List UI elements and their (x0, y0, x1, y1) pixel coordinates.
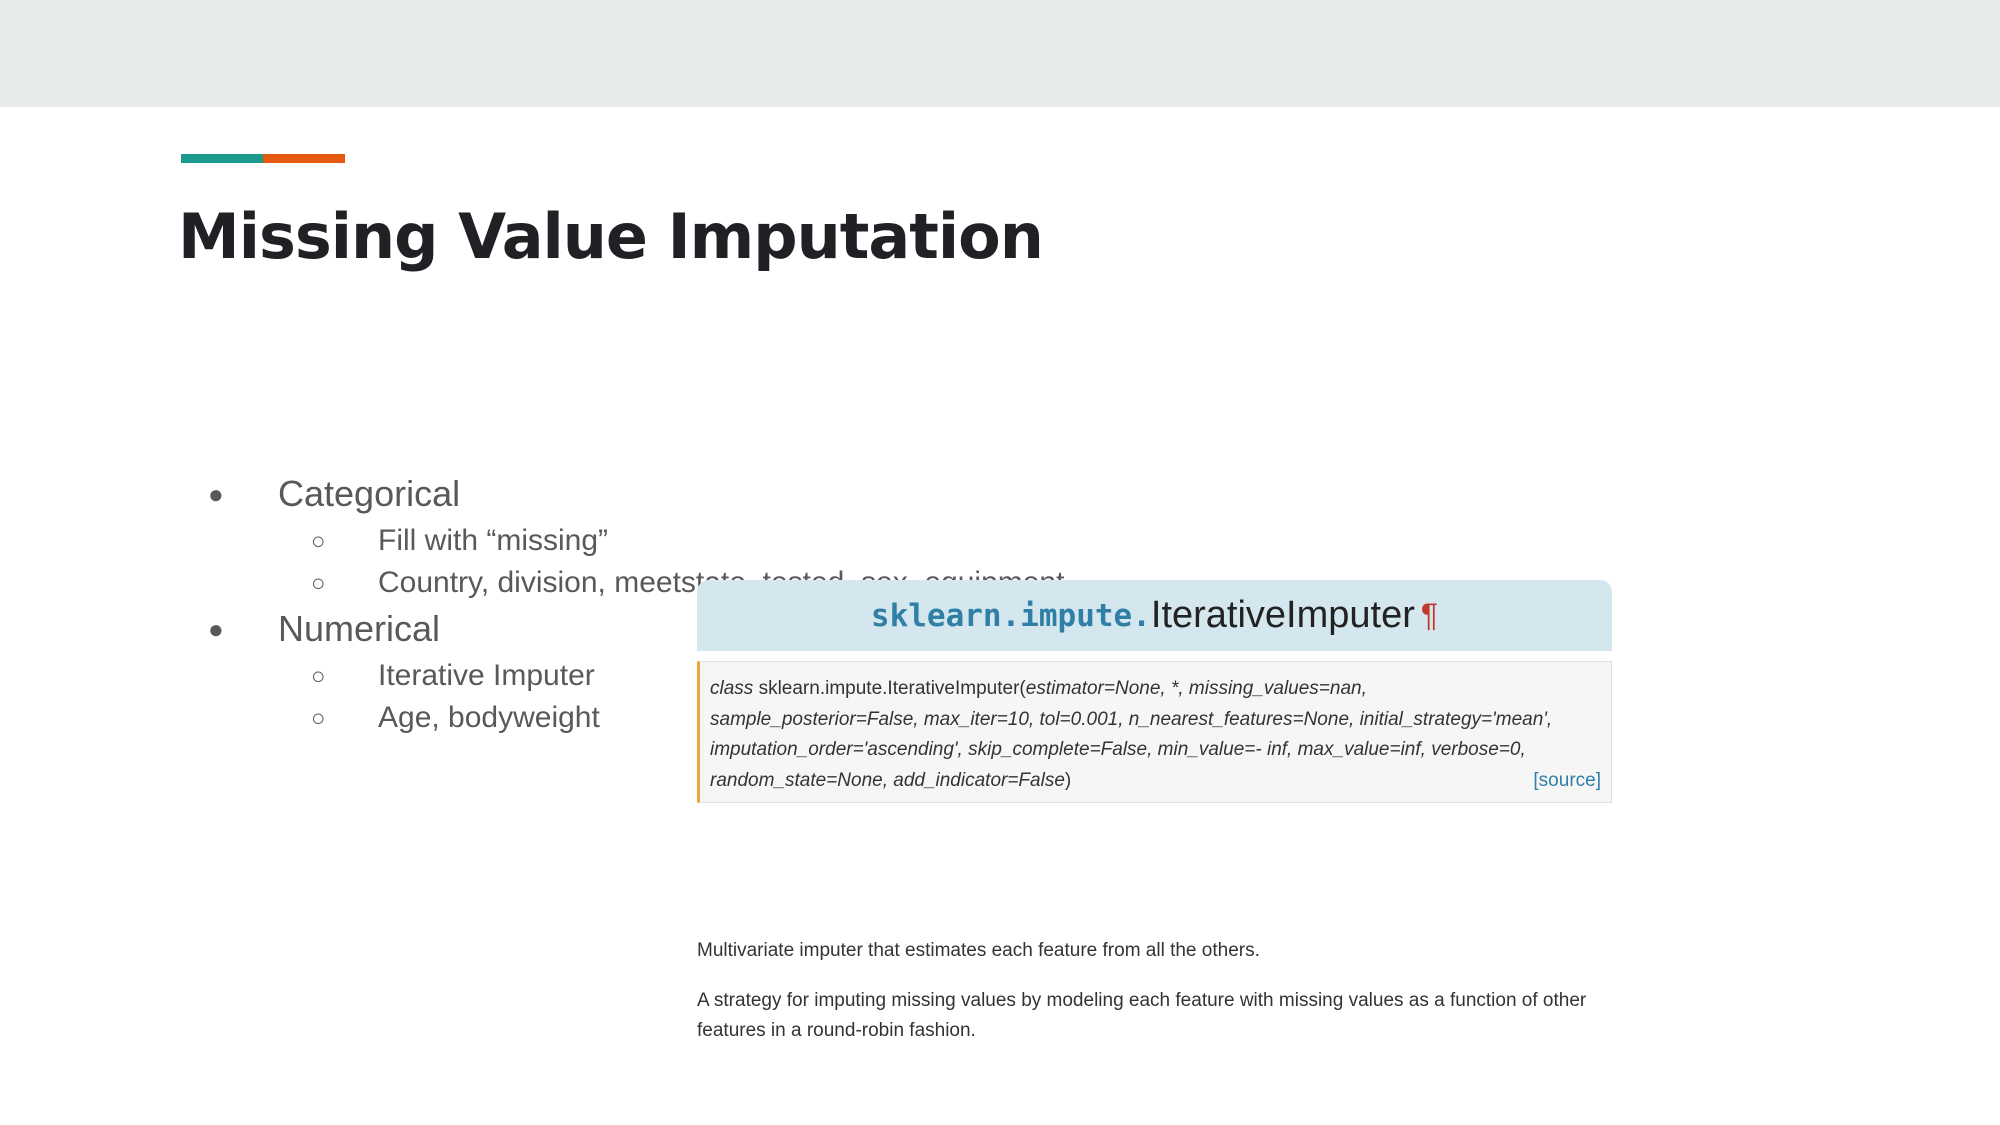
doc-signature: class sklearn.impute.IterativeImputer(es… (697, 661, 1612, 803)
signature-params: random_state=None, add_indicator=False (710, 769, 1065, 791)
signature-params: estimator=None, *, missing_values=nan, (1025, 678, 1367, 699)
top-bar (0, 0, 2000, 107)
signature-line: sample_posterior=False, max_iter=10, tol… (710, 708, 1553, 730)
accent-teal (181, 154, 263, 163)
doc-description: A strategy for imputing missing values b… (697, 990, 1587, 1041)
slide-title: Missing Value Imputation (178, 200, 1044, 273)
sub-bullet-marker: ○ (311, 570, 326, 597)
doc-screenshot: sklearn.impute. IterativeImputer ¶ class… (697, 580, 1612, 803)
signature-line: class sklearn.impute.IterativeImputer(es… (710, 674, 1601, 705)
doc-header: sklearn.impute. IterativeImputer ¶ (697, 580, 1612, 651)
sub-bullet-marker: ○ (311, 663, 326, 690)
bullet-text: Numerical (278, 608, 441, 649)
class-keyword: class (710, 678, 754, 699)
title-accent-bar (181, 154, 345, 163)
bullet-marker: ● (208, 479, 224, 509)
sub-bullet-text: Fill with “missing” (378, 524, 609, 557)
sub-bullet-text: Age, bodyweight (378, 701, 600, 734)
signature-line: imputation_order='ascending', skip_compl… (710, 739, 1526, 760)
permalink-icon[interactable]: ¶ (1421, 597, 1438, 634)
sub-bullet-text: Iterative Imputer (378, 659, 595, 692)
doc-module-name: sklearn.impute. (870, 597, 1151, 634)
doc-class-name: IterativeImputer (1150, 594, 1415, 636)
signature-close: ) (1064, 769, 1072, 791)
sub-bullet-marker: ○ (311, 705, 326, 732)
signature-name: sklearn.impute.IterativeImputer( (758, 678, 1026, 699)
signature-line: random_state=None, add_indicator=False) (710, 766, 1601, 797)
source-link[interactable]: [source] (1533, 766, 1601, 797)
doc-summary: Multivariate imputer that estimates each… (697, 940, 1260, 961)
sub-bullet-marker: ○ (311, 528, 326, 555)
accent-orange (263, 154, 345, 163)
bullet-text: Categorical (278, 473, 461, 514)
bullet-marker: ● (208, 614, 224, 644)
